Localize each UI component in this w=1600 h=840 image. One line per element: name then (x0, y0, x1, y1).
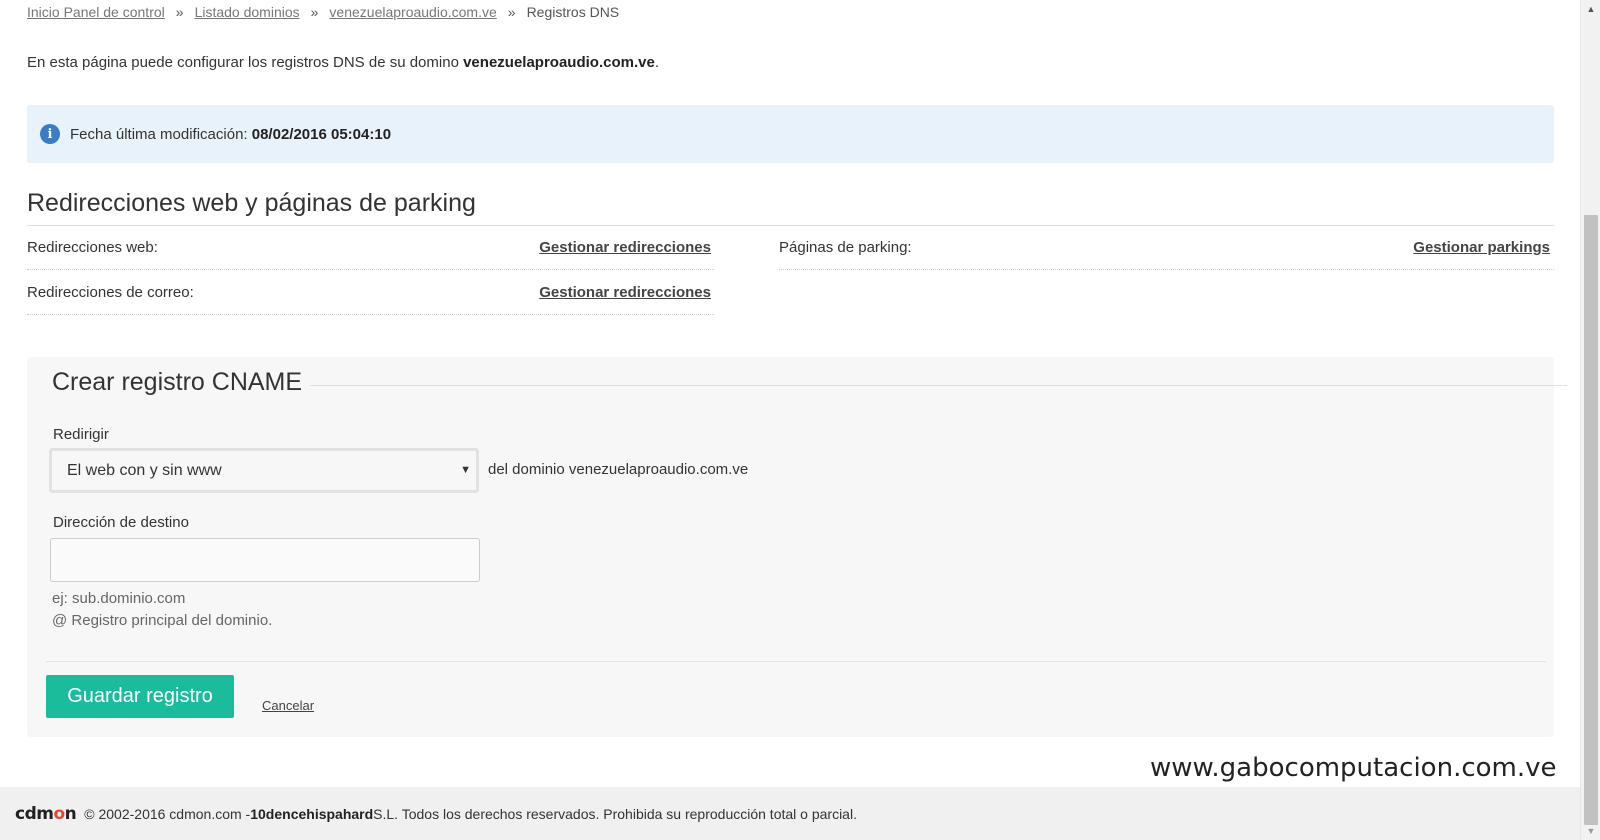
breadcrumb-current: Registros DNS (526, 4, 620, 20)
cancel-link[interactable]: Cancelar (262, 698, 314, 713)
intro-domain: venezuelaproaudio.com.ve (463, 54, 655, 71)
redirects-section-title: Redirecciones web y páginas de parking (27, 189, 476, 217)
save-record-button[interactable]: Guardar registro (46, 675, 234, 718)
intro-text: En esta página puede configurar los regi… (27, 54, 659, 71)
breadcrumb-link-domains[interactable]: Listado dominios (195, 4, 300, 20)
manage-parkings-link[interactable]: Gestionar parkings (1413, 239, 1550, 256)
breadcrumb-link-domain[interactable]: venezuelaproaudio.com.ve (329, 4, 496, 20)
redirect-select[interactable]: El web con y sin www ▼ (49, 448, 479, 493)
web-redirects-row: Redirecciones web: Gestionar redireccion… (27, 225, 715, 270)
info-icon: i (40, 124, 60, 144)
breadcrumb-separator: » (310, 4, 319, 20)
parking-label: Páginas de parking: (779, 238, 912, 256)
intro-sentence: En esta página puede configurar los regi… (27, 54, 464, 71)
destination-input[interactable] (50, 538, 480, 582)
create-cname-form: Crear registro CNAME Redirigir El web co… (27, 357, 1567, 737)
breadcrumb: Inicio Panel de control » Listado dominios… (27, 4, 619, 20)
breadcrumb-separator: » (175, 4, 184, 20)
watermark-text: www.gabocomputacion.com.ve (1150, 753, 1557, 783)
logo-part-o: o (53, 803, 65, 824)
footer-copyright: © 2002-2016 cdmon.com - (84, 805, 251, 822)
redirect-domain-suffix: del dominio venezuelaproaudio.com.ve (488, 461, 749, 478)
last-modified-text: Fecha última modificación: 08/02/2016 05… (70, 126, 391, 143)
redirect-label: Redirigir (53, 426, 109, 443)
scroll-down-arrow-icon[interactable]: ▼ (1581, 826, 1600, 836)
caret-down-icon: ▼ (460, 464, 471, 476)
breadcrumb-separator: » (507, 4, 516, 20)
form-actions-divider (46, 661, 1546, 662)
cdmon-logo: cdmon (15, 803, 77, 824)
intro-end: . (654, 54, 659, 71)
destination-help-example: ej: sub.dominio.com (52, 590, 186, 607)
destination-label: Dirección de destino (53, 514, 189, 531)
logo-part-a: cdm (15, 803, 54, 824)
last-modified-value: 08/02/2016 05:04:10 (251, 125, 392, 143)
last-modified-notice: i Fecha última modificación: 08/02/2016 … (27, 105, 1554, 163)
page: Inicio Panel de control » Listado dominios… (0, 0, 1580, 840)
redirect-select-value: El web con y sin www (67, 461, 222, 479)
manage-web-redirects-link[interactable]: Gestionar redirecciones (539, 239, 711, 256)
footer: cdmon © 2002-2016 cdmon.com - 10dencehis… (0, 787, 1580, 840)
scroll-up-arrow-icon[interactable]: ▲ (1581, 4, 1600, 14)
scrollbar-thumb[interactable] (1584, 215, 1598, 825)
form-title: Crear registro CNAME (52, 368, 311, 397)
footer-rights: S.L. Todos los derechos reservados. Proh… (373, 805, 857, 822)
parking-row: Páginas de parking: Gestionar parkings (779, 225, 1554, 270)
web-redirects-label: Redirecciones web: (27, 238, 158, 256)
mail-redirects-label: Redirecciones de correo: (27, 283, 194, 301)
footer-company: 10dencehispahard (250, 805, 374, 822)
manage-mail-redirects-link[interactable]: Gestionar redirecciones (539, 284, 711, 301)
last-modified-label: Fecha última modificación: (70, 125, 252, 143)
destination-help-root: @ Registro principal del dominio. (52, 612, 273, 629)
breadcrumb-link-panel[interactable]: Inicio Panel de control (27, 4, 165, 20)
vertical-scrollbar[interactable]: ▲ ▼ (1580, 0, 1600, 840)
logo-part-b: n (64, 803, 77, 824)
mail-redirects-row: Redirecciones de correo: Gestionar redir… (27, 270, 715, 315)
